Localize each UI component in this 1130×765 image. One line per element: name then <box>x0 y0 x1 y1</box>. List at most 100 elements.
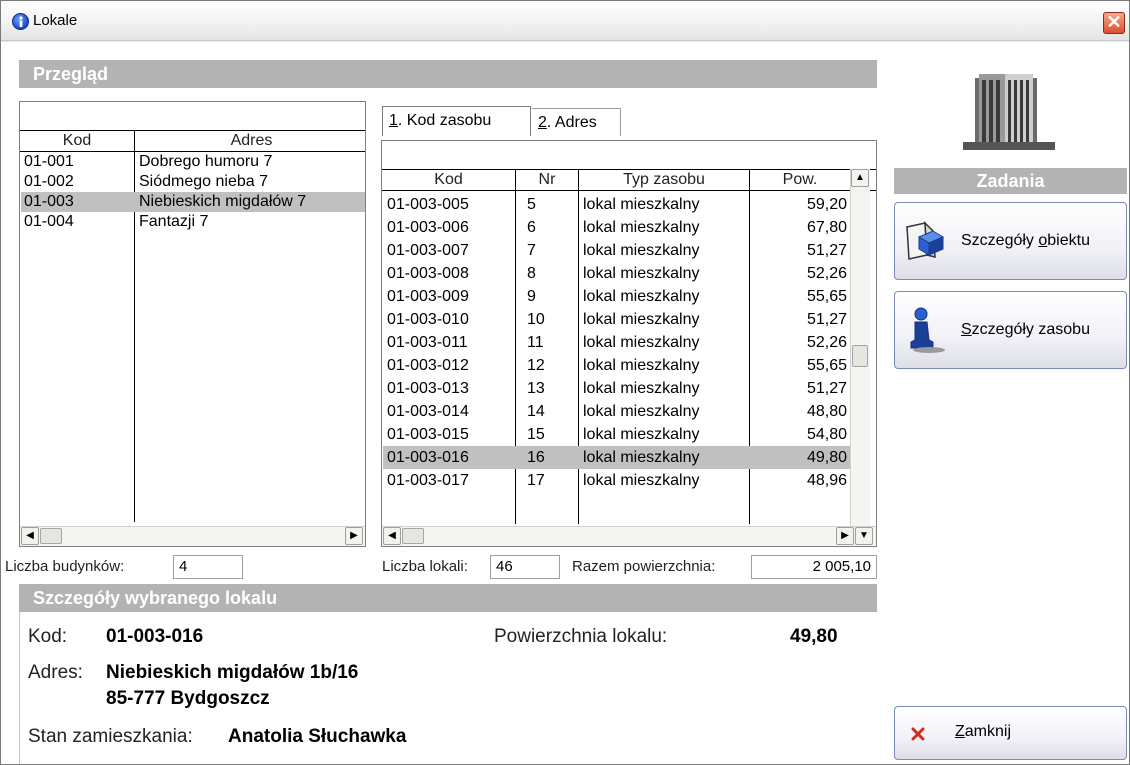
detail-address-line2: 85-777 Bydgoszcz <box>106 688 270 709</box>
resource-nr-cell: 13 <box>527 380 545 397</box>
resource-typ-cell: lokal mieszkalny <box>583 219 700 236</box>
resource-details-button[interactable]: Szczegóły zasobu <box>894 291 1127 369</box>
resource-kod-cell: 01-003-008 <box>387 265 469 282</box>
resource-pow-cell: 55,65 <box>806 357 847 374</box>
resource-nr-cell: 14 <box>527 403 545 420</box>
building-row[interactable]: 01-004 Fantazji 7 <box>21 212 365 232</box>
resources-hscrollbar[interactable]: ◀ ▶ ▼ <box>382 526 876 546</box>
red-x-icon <box>911 727 925 741</box>
resource-pow-cell: 54,80 <box>806 426 847 443</box>
lokale-window: Lokale ✕ Przegląd Kod Adres 01-001 Dobreg… <box>0 0 1130 765</box>
close-label: Zamknij <box>955 723 1012 740</box>
office-building-icon <box>963 74 1055 150</box>
resource-pow-cell: 52,26 <box>806 334 847 351</box>
building-row[interactable]: 01-001 Dobrego humoru 7 <box>21 152 365 172</box>
resource-typ-cell: lokal mieszkalny <box>583 449 700 466</box>
total-area-field[interactable]: 2 005,10 <box>751 555 877 579</box>
resource-typ-cell: lokal mieszkalny <box>583 403 700 420</box>
resource-kod-cell: 01-003-011 <box>387 334 468 351</box>
resource-kod-cell: 01-003-017 <box>387 472 469 489</box>
column-header-nr[interactable]: Nr <box>516 171 578 189</box>
column-header-kod[interactable]: Kod <box>382 171 515 189</box>
scroll-down-icon[interactable]: ▼ <box>855 527 873 545</box>
resource-row[interactable]: 01-003-011 11 lokal mieszkalny 52,26 <box>383 331 851 354</box>
detail-residents-label: Stan zamieszkania: <box>28 726 193 747</box>
resource-kod-cell: 01-003-007 <box>387 242 469 259</box>
resource-kod-cell: 01-003-014 <box>387 403 469 420</box>
resource-row[interactable]: 01-003-013 13 lokal mieszkalny 51,27 <box>383 377 851 400</box>
resource-nr-cell: 9 <box>527 288 536 305</box>
resource-typ-cell: lokal mieszkalny <box>583 357 700 374</box>
detail-kod-value: 01-003-016 <box>106 626 204 647</box>
resource-typ-cell: lokal mieszkalny <box>583 426 700 443</box>
detail-address-line1: Niebieskich migdałów 1b/16 <box>106 662 359 683</box>
resource-nr-cell: 12 <box>527 357 545 374</box>
resource-pow-cell: 55,65 <box>806 288 847 305</box>
resource-pow-cell: 51,27 <box>806 242 847 259</box>
resources-count-field[interactable]: 46 <box>490 555 560 579</box>
scroll-up-icon[interactable]: ▲ <box>851 169 869 187</box>
resource-row[interactable]: 01-003-014 14 lokal mieszkalny 48,80 <box>383 400 851 423</box>
resources-grid[interactable]: Kod Nr Typ zasobu Pow. 01-003-005 5 lokal … <box>381 140 877 547</box>
scroll-thumb[interactable] <box>402 528 424 544</box>
detail-area-value: 49,80 <box>790 626 838 647</box>
detail-area-label: Powierzchnia lokalu: <box>494 626 668 647</box>
resource-pow-cell: 51,27 <box>806 311 847 328</box>
resource-typ-cell: lokal mieszkalny <box>583 288 700 305</box>
details-panel: Kod: 01-003-016 Powierzchnia lokalu: 49,… <box>19 612 877 764</box>
building-kod-cell: 01-001 <box>24 153 74 170</box>
resource-row[interactable]: 01-003-012 12 lokal mieszkalny 55,65 <box>383 354 851 377</box>
resource-pow-cell: 51,27 <box>806 380 847 397</box>
buildings-hscrollbar[interactable]: ◀ ▶ <box>20 526 365 546</box>
detail-kod-label: Kod: <box>28 626 68 647</box>
client-area: Przegląd Kod Adres 01-001 Dobrego humoru … <box>1 42 1129 764</box>
details-header: Szczegóły wybranego lokalu <box>19 584 877 612</box>
column-header-pow[interactable]: Pow. <box>750 171 850 189</box>
resource-row[interactable]: 01-003-007 7 lokal mieszkalny 51,27 <box>383 239 851 262</box>
column-header-typ[interactable]: Typ zasobu <box>579 171 749 189</box>
detail-residents-value: Anatolia Słuchawka <box>228 726 407 747</box>
resource-row[interactable]: 01-003-008 8 lokal mieszkalny 52,26 <box>383 262 851 285</box>
scroll-thumb[interactable] <box>40 528 62 544</box>
resources-vscrollbar[interactable]: ▲ <box>850 169 870 526</box>
total-area-label: Razem powierzchnia: <box>572 558 716 575</box>
scroll-right-icon[interactable]: ▶ <box>836 527 854 545</box>
buildings-count-field[interactable]: 4 <box>173 555 243 579</box>
object-details-label: Szczegóły obiektu <box>961 232 1090 249</box>
building-row[interactable]: 01-002 Siódmego nieba 7 <box>21 172 365 192</box>
resources-header-row: Kod Nr Typ zasobu Pow. <box>382 169 876 191</box>
object-details-button[interactable]: Szczegóły obiektu <box>894 202 1127 280</box>
scroll-thumb[interactable] <box>852 345 868 367</box>
info-icon <box>12 13 29 30</box>
resource-typ-cell: lokal mieszkalny <box>583 311 700 328</box>
resource-typ-cell: lokal mieszkalny <box>583 380 700 397</box>
scroll-left-icon[interactable]: ◀ <box>383 527 401 545</box>
resource-row[interactable]: 01-003-016 16 lokal mieszkalny 49,80 <box>383 446 851 469</box>
scroll-left-icon[interactable]: ◀ <box>21 527 39 545</box>
building-adres-cell: Fantazji 7 <box>139 213 209 230</box>
resource-row[interactable]: 01-003-015 15 lokal mieszkalny 54,80 <box>383 423 851 446</box>
scroll-right-icon[interactable]: ▶ <box>345 527 363 545</box>
resource-row[interactable]: 01-003-005 5 lokal mieszkalny 59,20 <box>383 193 851 216</box>
tab-adres[interactable]: 2. Adres <box>532 108 621 136</box>
resource-row[interactable]: 01-003-017 17 lokal mieszkalny 48,96 <box>383 469 851 492</box>
close-button[interactable]: Zamknij <box>894 706 1127 760</box>
buildings-list[interactable]: Kod Adres 01-001 Dobrego humoru 7 01-002 Si… <box>19 101 366 547</box>
resource-typ-cell: lokal mieszkalny <box>583 196 700 213</box>
tab-kod-zasobu[interactable]: 1. Kod zasobu <box>382 106 531 136</box>
title-bar[interactable]: Lokale ✕ <box>1 1 1129 41</box>
column-header-kod[interactable]: Kod <box>20 132 134 150</box>
resource-kod-cell: 01-003-015 <box>387 426 469 443</box>
resource-typ-cell: lokal mieszkalny <box>583 334 700 351</box>
resource-kod-cell: 01-003-010 <box>387 311 469 328</box>
building-row[interactable]: 01-003 Niebieskich migdałów 7 <box>21 192 365 212</box>
building-adres-cell: Siódmego nieba 7 <box>139 173 268 190</box>
resource-row[interactable]: 01-003-009 9 lokal mieszkalny 55,65 <box>383 285 851 308</box>
resource-details-label: Szczegóły zasobu <box>961 321 1090 338</box>
resource-row[interactable]: 01-003-010 10 lokal mieszkalny 51,27 <box>383 308 851 331</box>
resource-row[interactable]: 01-003-006 6 lokal mieszkalny 67,80 <box>383 216 851 239</box>
resources-count-label: Liczba lokali: <box>382 558 468 575</box>
column-header-adres[interactable]: Adres <box>136 132 365 150</box>
resource-nr-cell: 11 <box>527 334 544 351</box>
close-window-button[interactable]: ✕ <box>1103 12 1125 34</box>
